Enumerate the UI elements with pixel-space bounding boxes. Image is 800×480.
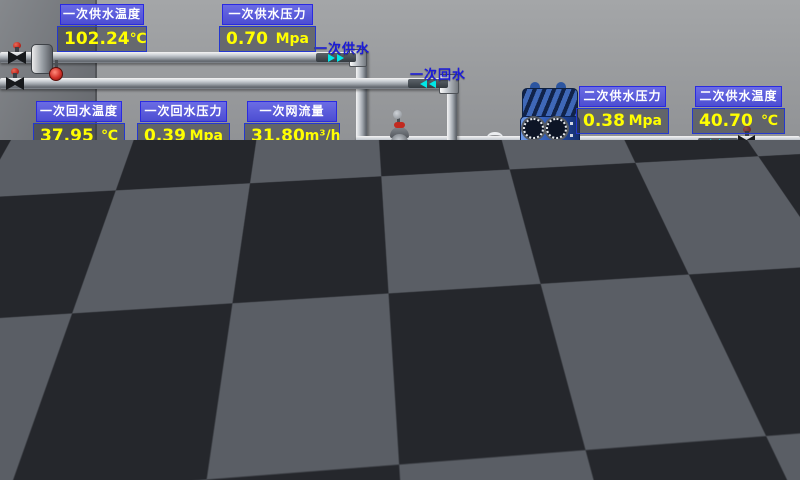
pump-status-indicator <box>443 204 454 220</box>
sensor-head <box>393 110 402 119</box>
gauge-label: 一次回水压力 <box>140 101 227 122</box>
flow-arrows-makeup <box>558 386 604 395</box>
pipe-primary-return <box>0 78 448 89</box>
gauge-value: 102.24 <box>64 29 130 49</box>
pipe-label-primary-supply: 一次供水 <box>314 38 370 57</box>
tank-ladder <box>152 302 178 434</box>
gauge-primary-return-press: 一次回水压力 0.39Mpa <box>137 101 230 149</box>
pipe-tank-suction <box>146 325 460 335</box>
gauge-label: 一次供水温度 <box>60 4 144 25</box>
gauge-value: 0.70 <box>226 29 268 49</box>
gauge-value: 1.10 <box>47 323 89 343</box>
gauge-primary-supply-temp: 一次供水温度 102.24℃ <box>57 4 147 52</box>
gauge-value: 36.63 <box>699 268 753 288</box>
gauge-makeup-pump-freq: 补水泵频率 33.88 Hz <box>277 376 370 424</box>
gauge-unit: Mpa <box>190 128 223 144</box>
gauge-value: 0.27 <box>583 268 625 288</box>
gauge-unit: Mpa <box>276 31 309 47</box>
pump-status-indicator <box>503 204 514 220</box>
pipe-label-primary-return: 一次回水 <box>410 64 466 83</box>
makeup-pump-2 <box>230 376 274 468</box>
gauge-primary-return-temp: 一次回水温度 37.95 ℃ <box>33 101 125 149</box>
hmi-scene: 一次供水 一次回水 二次供水 二次回水 补水 一次供水温度 102.24℃ 一次… <box>0 0 800 480</box>
gauge-primary-supply-press: 一次供水压力 0.70 Mpa <box>219 4 316 52</box>
gauge-unit: ℃ <box>130 31 147 47</box>
pump-status-indicator <box>255 320 266 336</box>
gauge-value: 0.39 <box>144 126 186 146</box>
gauge-unit: ℃ <box>761 270 778 286</box>
pipe-label-secondary-supply: 二次供水 <box>702 150 758 169</box>
hx-port-upper-left <box>523 118 544 139</box>
gauge-secondary-return-temp: 二次回水温度 36.63 ℃ <box>692 243 785 291</box>
hx-port-lower-right <box>549 190 570 211</box>
pipe-label-secondary-return: 二次回水 <box>716 309 772 328</box>
pressure-gauge-icon <box>49 67 63 81</box>
pipe-secondary-supply <box>562 136 800 147</box>
circulation-pump-2 <box>486 198 530 290</box>
flow-arrows-return-link <box>526 330 562 339</box>
pipe-label-makeup: 补水 <box>584 398 612 417</box>
control-valve-indicator <box>394 122 405 128</box>
gauge-label: 一次供水压力 <box>222 4 313 25</box>
gauge-valve-opening: 阀门开度值 5.92% <box>355 146 448 194</box>
tank-manhole-1 <box>20 366 82 428</box>
gauge-value: 33.88 <box>284 401 338 421</box>
gauge-unit: % <box>427 173 441 189</box>
gauge-label: 一次网流量 <box>247 101 337 122</box>
gauge-label: 补水泵频率 <box>280 376 367 397</box>
gauge-label: 一次回水温度 <box>36 101 122 122</box>
gauge-label: 二次供水压力 <box>579 86 666 107</box>
gauge-secondary-supply-temp: 二次供水温度 40.70 ℃ <box>692 86 785 134</box>
flow-arrows-secondary-return <box>486 295 526 304</box>
gauge-unit: Mpa <box>629 113 662 129</box>
gauge-primary-net-flow: 一次网流量 31.80m³/h <box>244 101 340 149</box>
gauge-value: 5.92 <box>362 171 404 191</box>
gauge-value: 31.80 <box>251 126 305 146</box>
gauge-secondary-supply-press: 二次供水压力 0.38Mpa <box>576 86 669 134</box>
gauge-tank-level: 水箱液位高度 1.10 m³ <box>40 298 133 346</box>
gauge-unit: ℃ <box>101 128 118 144</box>
hx-port-upper-right <box>546 118 567 139</box>
gauge-unit: m³/h <box>305 128 341 144</box>
gauge-unit: m³ <box>105 325 126 341</box>
gauge-value: 40.70 <box>699 111 753 131</box>
pump-status-indicator <box>247 382 258 398</box>
tank-manhole-2 <box>92 358 154 420</box>
pipe-crossing-marker <box>487 132 503 143</box>
gauge-unit: Mpa <box>629 270 662 286</box>
gauge-unit: Hz <box>343 403 363 419</box>
gauge-label: 二次回水温度 <box>695 243 782 264</box>
gauge-value: 0.38 <box>583 111 625 131</box>
gauge-secondary-return-press: 二次回水压力 0.27Mpa <box>576 243 669 291</box>
gauge-label: 二次回水压力 <box>579 243 666 264</box>
gauge-unit: ℃ <box>761 113 778 129</box>
gauge-label: 二次供水温度 <box>695 86 782 107</box>
gauge-label: 阀门开度值 <box>358 146 445 167</box>
flow-arrows-secondary-return-2 <box>720 295 756 304</box>
gauge-value: 37.95 <box>40 126 94 146</box>
circulation-pump-1 <box>426 198 470 290</box>
flow-arrows-secondary-supply <box>698 138 738 147</box>
gauge-label: 水箱液位高度 <box>43 298 130 319</box>
